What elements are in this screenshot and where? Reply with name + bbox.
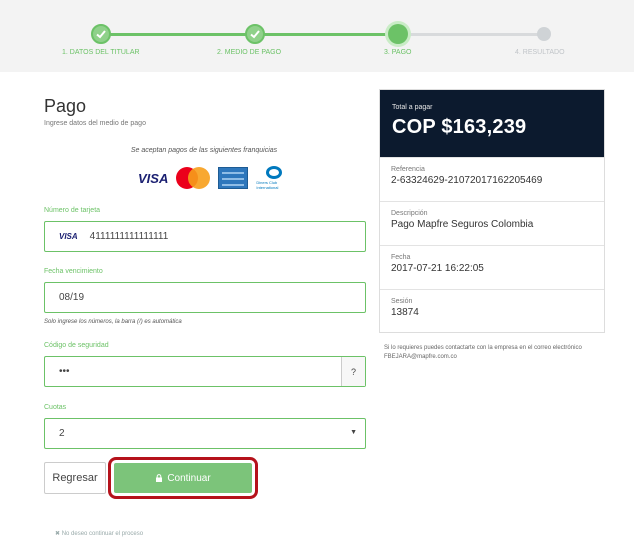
progress-stepper: 1. DATOS DEL TITULAR 2. MEDIO DE PAGO 3.…: [0, 0, 634, 72]
session-label: Sesión: [391, 298, 413, 305]
date-value: 2017-07-21 16:22:05: [391, 263, 484, 274]
cvv-help-button[interactable]: ?: [341, 357, 365, 386]
expiry-hint: Solo ingrese los números, la barra (/) e…: [44, 319, 182, 325]
continue-highlight: Continuar: [108, 457, 258, 499]
date-row: Fecha 2017-07-21 16:22:05: [380, 245, 604, 289]
date-label: Fecha: [391, 254, 411, 261]
continue-label: Continuar: [167, 472, 211, 484]
accepted-cards-text: Se aceptan pagos de las siguientes franq…: [130, 147, 278, 154]
description-row: Descripción Pago Mapfre Seguros Colombia: [380, 201, 604, 245]
step-2-check-icon: [245, 24, 265, 44]
description-value: Pago Mapfre Seguros Colombia: [391, 219, 534, 230]
session-row: Sesión 13874: [380, 289, 604, 333]
step-3-label: 3. PAGO: [384, 49, 412, 56]
page-subtitle: Ingrese datos del medio de pago: [44, 120, 146, 127]
visa-logo: VISA: [138, 170, 169, 186]
back-button[interactable]: Regresar: [44, 462, 106, 494]
step-1-label: 1. DATOS DEL TITULAR: [62, 49, 140, 56]
installments-label: Cuotas: [44, 404, 67, 411]
payment-summary: Total a pagar COP $163,239 Referencia 2-…: [379, 89, 605, 333]
card-number-value: 4111111111111111: [89, 231, 169, 242]
cvv-label: Código de seguridad: [44, 342, 109, 349]
session-value: 13874: [391, 307, 419, 318]
step-line-pending: [398, 33, 544, 36]
reference-row: Referencia 2-63324629-21072017162205469: [380, 157, 604, 201]
contact-text: Si lo requieres puedes contactarte con l…: [384, 345, 582, 360]
continue-button[interactable]: Continuar: [114, 463, 252, 493]
expiry-value: 08/19: [59, 292, 85, 303]
installments-select[interactable]: 2 ▼: [44, 418, 366, 449]
cvv-field[interactable]: ••• ?: [44, 356, 366, 387]
visa-icon: VISA: [59, 232, 78, 241]
installments-value: 2: [59, 428, 65, 439]
accepted-cards: VISA Diners Club International: [138, 165, 292, 191]
amex-logo: [218, 167, 249, 189]
step-3-current-icon: [388, 24, 408, 44]
lock-icon: [156, 474, 163, 482]
step-1-check-icon: [91, 24, 111, 44]
card-number-label: Número de tarjeta: [44, 207, 101, 214]
expiry-label: Fecha vencimiento: [44, 268, 103, 275]
reference-value: 2-63324629-21072017162205469: [391, 175, 543, 186]
total-value: COP $163,239: [392, 116, 527, 138]
expiry-field[interactable]: 08/19: [44, 282, 366, 313]
card-number-field[interactable]: VISA 4111111111111111: [44, 221, 366, 252]
mastercard-logo: [176, 167, 211, 189]
chevron-down-icon: ▼: [350, 429, 357, 436]
total-label: Total a pagar: [392, 104, 433, 111]
step-4-pending-icon: [537, 27, 551, 41]
step-2-label: 2. MEDIO DE PAGO: [217, 49, 282, 56]
cvv-value: •••: [59, 366, 70, 377]
total-panel: Total a pagar COP $163,239: [380, 90, 604, 157]
cancel-process-link[interactable]: ✖ No deseo continuar el proceso: [55, 530, 143, 537]
diners-club-logo: Diners Club International: [256, 166, 292, 190]
description-label: Descripción: [391, 210, 428, 217]
step-4-label: 4. RESULTADO: [515, 49, 565, 56]
page-title: Pago: [44, 96, 87, 116]
reference-label: Referencia: [391, 166, 425, 173]
